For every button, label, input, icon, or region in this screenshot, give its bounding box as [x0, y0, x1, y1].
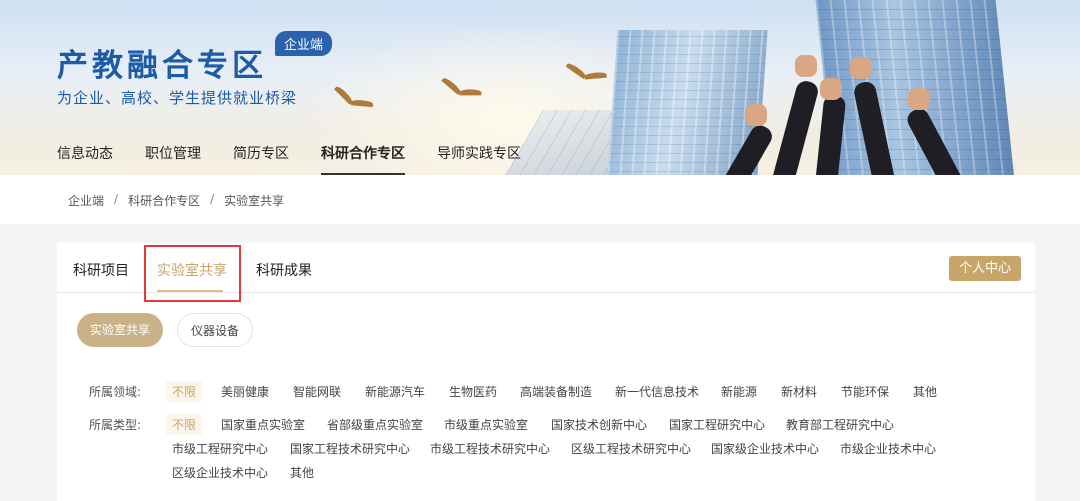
- subtab-lab-sharing[interactable]: 实验室共享: [77, 313, 163, 347]
- breadcrumb-bar: 企业端 / 科研合作专区 / 实验室共享: [0, 175, 1080, 224]
- filter-type-option[interactable]: 其他: [290, 464, 314, 481]
- filter-field-option[interactable]: 新能源汽车: [365, 383, 425, 400]
- breadcrumb-separator: /: [114, 192, 119, 206]
- filter-type-option[interactable]: 区级工程技术研究中心: [571, 440, 691, 457]
- page-title: 产教融合专区: [57, 48, 267, 84]
- filter-field-option[interactable]: 智能网联: [293, 383, 341, 400]
- content-panel: 科研项目 实验室共享 科研成果 个人中心 实验室共享 仪器设备 所属领域: 不限…: [57, 243, 1035, 501]
- raised-arm: [770, 78, 821, 175]
- filter-field-option[interactable]: 新材料: [781, 383, 817, 400]
- subtab-instruments[interactable]: 仪器设备: [177, 313, 253, 347]
- filter-label-type: 所属类型:: [89, 418, 142, 432]
- nav-item-news[interactable]: 信息动态: [57, 143, 113, 175]
- breadcrumb-separator: /: [210, 192, 215, 206]
- filter-field-option[interactable]: 其他: [913, 383, 937, 400]
- filter-type-option[interactable]: 不限: [166, 414, 203, 435]
- breadcrumb-item-enterprise[interactable]: 企业端: [68, 192, 104, 209]
- filter-type-option[interactable]: 国家级企业技术中心: [711, 440, 819, 457]
- breadcrumb: 企业端 / 科研合作专区 / 实验室共享: [68, 192, 284, 209]
- filter-type-option[interactable]: 市级工程研究中心: [172, 440, 268, 457]
- nav-item-research[interactable]: 科研合作专区: [321, 143, 405, 175]
- filter-label-field: 所属领域:: [89, 385, 142, 399]
- filter-type-option[interactable]: 市级重点实验室: [444, 416, 528, 433]
- raised-fist: [795, 55, 817, 77]
- header-banner: 产教融合专区 企业端 为企业、高校、学生提供就业桥梁 信息动态 职位管理 简历专…: [0, 0, 1080, 175]
- filter-type-option[interactable]: 市级工程技术研究中心: [430, 440, 550, 457]
- filter-field-option[interactable]: 美丽健康: [221, 383, 269, 400]
- breadcrumb-item-research[interactable]: 科研合作专区: [128, 192, 200, 209]
- breadcrumb-item-lab-sharing: 实验室共享: [224, 194, 285, 208]
- filter-type-option[interactable]: 省部级重点实验室: [327, 416, 423, 433]
- raised-fist: [850, 57, 872, 79]
- tab-research-results[interactable]: 科研成果: [256, 260, 312, 280]
- page-subtitle: 为企业、高校、学生提供就业桥梁: [57, 89, 298, 107]
- filter-type-option[interactable]: 区级企业技术中心: [172, 464, 268, 481]
- annotation-highlight-box: [144, 245, 241, 302]
- filter-field-option[interactable]: 不限: [166, 381, 203, 402]
- filter-type-option[interactable]: 国家工程技术研究中心: [290, 440, 410, 457]
- nav-item-resumes[interactable]: 简历专区: [233, 143, 289, 175]
- raised-fist: [820, 78, 842, 100]
- nav-item-mentors[interactable]: 导师实践专区: [437, 143, 521, 175]
- filter-field-option[interactable]: 新一代信息技术: [615, 383, 699, 400]
- main-nav: 信息动态 职位管理 简历专区 科研合作专区 导师实践专区: [57, 143, 553, 175]
- tab-bar: 科研项目 实验室共享 科研成果 个人中心: [57, 243, 1035, 302]
- filter-field-option[interactable]: 高端装备制造: [520, 383, 592, 400]
- filter-field-option[interactable]: 新能源: [721, 383, 757, 400]
- filter-field-option[interactable]: 生物医药: [449, 383, 497, 400]
- filter-type-option[interactable]: 国家重点实验室: [221, 416, 305, 433]
- filter-type-option[interactable]: 国家技术创新中心: [551, 416, 647, 433]
- filter-type-option[interactable]: 国家工程研究中心: [669, 416, 765, 433]
- personal-center-button[interactable]: 个人中心: [949, 256, 1021, 281]
- filter-type-option[interactable]: 市级企业技术中心: [840, 440, 936, 457]
- raised-fist: [908, 88, 930, 110]
- filter-type-option[interactable]: 教育部工程研究中心: [786, 416, 894, 433]
- nav-item-jobs[interactable]: 职位管理: [145, 143, 201, 175]
- raised-fist: [745, 104, 767, 126]
- tab-research-projects[interactable]: 科研项目: [73, 260, 129, 280]
- filter-field-option[interactable]: 节能环保: [841, 383, 889, 400]
- portal-badge: 企业端: [275, 31, 333, 56]
